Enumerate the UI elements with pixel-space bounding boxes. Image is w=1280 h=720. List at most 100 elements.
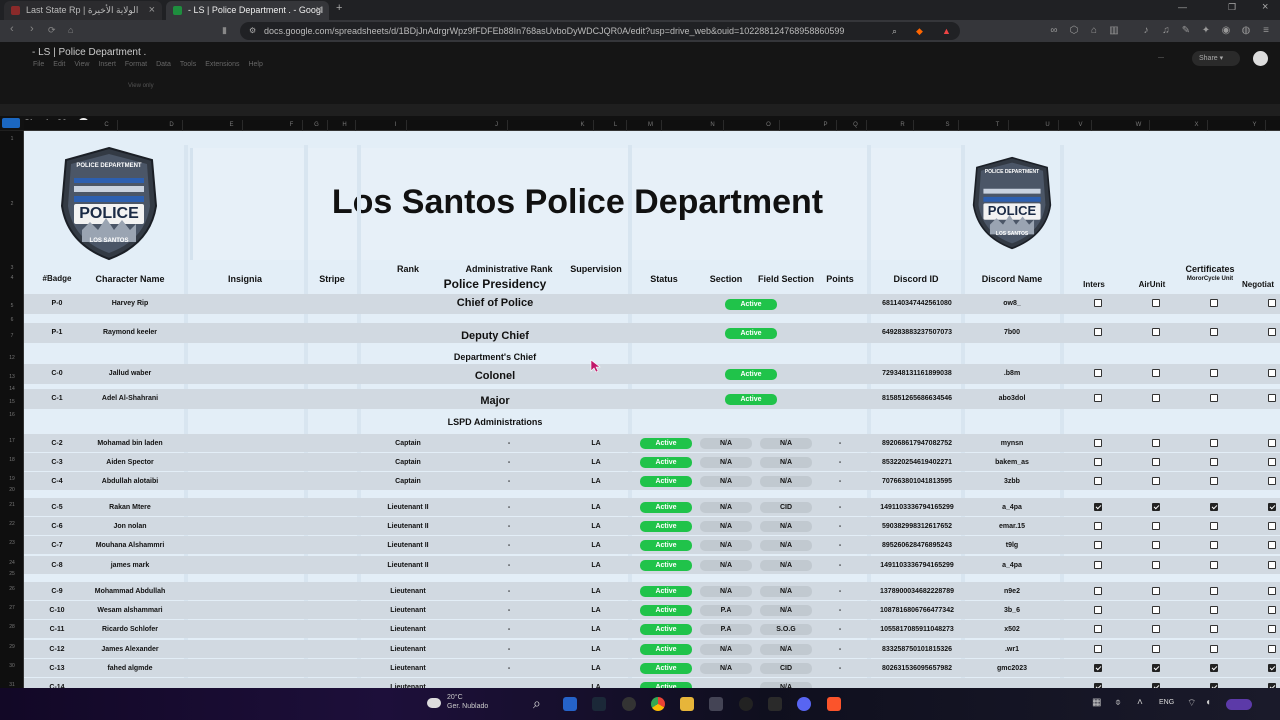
certificate-checkbox[interactable] — [1094, 439, 1102, 447]
home-icon[interactable]: ⌂ — [68, 25, 73, 35]
extension-icon[interactable]: ⌂ — [1088, 24, 1100, 37]
table-row[interactable] — [24, 294, 1280, 314]
microphone-icon[interactable]: ⌽ — [1115, 697, 1121, 708]
more-icon[interactable]: — — [1158, 55, 1164, 61]
app-icon[interactable] — [709, 697, 723, 711]
certificate-checkbox[interactable] — [1268, 561, 1276, 569]
column-header[interactable]: N — [702, 120, 724, 131]
menu-icon[interactable]: ≡ — [1260, 24, 1272, 37]
certificate-checkbox[interactable] — [1268, 587, 1276, 595]
certificate-checkbox[interactable] — [1268, 606, 1276, 614]
certificate-checkbox[interactable] — [1268, 477, 1276, 485]
minimize-icon[interactable]: — — [1178, 2, 1187, 12]
app-icon[interactable] — [563, 697, 577, 711]
row-header[interactable]: 13 — [0, 374, 24, 380]
app-icon[interactable] — [622, 697, 636, 711]
certificate-checkbox[interactable] — [1152, 606, 1160, 614]
certificate-checkbox[interactable] — [1152, 587, 1160, 595]
site-info-icon[interactable]: ⚙ — [249, 22, 256, 40]
wifi-icon[interactable]: ⌔ — [1187, 697, 1196, 710]
certificate-checkbox[interactable] — [1210, 522, 1218, 530]
menu-edit[interactable]: Edit — [53, 61, 65, 68]
certificate-checkbox[interactable] — [1210, 299, 1218, 307]
extension-icon[interactable]: ⬡ — [1068, 24, 1080, 37]
certificate-checkbox[interactable] — [1152, 394, 1160, 402]
column-header[interactable]: D — [161, 120, 183, 131]
row-header[interactable]: 29 — [0, 644, 24, 650]
extension-icon[interactable]: ▥ — [1108, 24, 1120, 37]
row-header[interactable]: 30 — [0, 663, 24, 669]
row-header[interactable]: 19 — [0, 476, 24, 482]
volume-icon[interactable]: ◖ — [1205, 697, 1211, 708]
row-header[interactable]: 2 — [0, 201, 24, 207]
certificate-checkbox[interactable] — [1094, 477, 1102, 485]
certificate-checkbox[interactable] — [1268, 439, 1276, 447]
reload-icon[interactable]: ⟳ — [48, 25, 56, 36]
url-field[interactable]: ⚙ docs.google.com/spreadsheets/d/1BDjJnA… — [240, 22, 960, 40]
row-header[interactable]: 6 — [0, 317, 24, 323]
menu-format[interactable]: Format — [125, 61, 147, 68]
settings-icon[interactable] — [739, 697, 753, 711]
row-header[interactable]: 25 — [0, 571, 24, 577]
forward-icon[interactable]: › — [30, 23, 34, 35]
weather-widget[interactable]: 20°C Ger. Nublado — [447, 693, 488, 711]
menu-data[interactable]: Data — [156, 61, 171, 68]
certificate-checkbox[interactable] — [1094, 503, 1102, 511]
browser-tab-active[interactable]: - LS | Police Department . - Googl × — [166, 1, 329, 20]
row-header[interactable]: 20 — [0, 487, 24, 493]
certificate-checkbox[interactable] — [1210, 541, 1218, 549]
wallet-icon[interactable]: ◍ — [1240, 24, 1252, 37]
column-header[interactable]: V — [1070, 120, 1092, 131]
language-indicator[interactable]: ENG — [1159, 699, 1174, 706]
spreadsheet-grid[interactable]: Los Santos Police Department POLICE DEPA… — [24, 131, 1280, 688]
certificate-checkbox[interactable] — [1268, 541, 1276, 549]
column-header[interactable]: U — [1037, 120, 1059, 131]
certificate-checkbox[interactable] — [1094, 606, 1102, 614]
notification-icon[interactable] — [1226, 699, 1252, 710]
row-header[interactable]: 23 — [0, 540, 24, 546]
search-icon[interactable]: ⌕ — [533, 695, 541, 712]
certificate-checkbox[interactable] — [1268, 299, 1276, 307]
extensions-puzzle-icon[interactable]: ✦ — [1200, 24, 1212, 37]
close-tab-icon[interactable]: × — [316, 1, 322, 20]
browser-tab[interactable]: Last State Rp | الولاية الأخيرة × — [4, 1, 162, 20]
certificate-checkbox[interactable] — [1094, 299, 1102, 307]
certificate-checkbox[interactable] — [1152, 439, 1160, 447]
certificate-checkbox[interactable] — [1268, 394, 1276, 402]
certificate-checkbox[interactable] — [1152, 664, 1160, 672]
menu-help[interactable]: Help — [248, 61, 262, 68]
certificate-checkbox[interactable] — [1094, 369, 1102, 377]
column-header[interactable]: W — [1128, 120, 1150, 131]
row-header[interactable]: 3 — [0, 265, 24, 271]
certificate-checkbox[interactable] — [1210, 328, 1218, 336]
table-row[interactable] — [24, 389, 1280, 409]
menu-insert[interactable]: Insert — [98, 61, 116, 68]
row-header[interactable]: 27 — [0, 605, 24, 611]
row-header[interactable]: 17 — [0, 438, 24, 444]
row-header[interactable]: 22 — [0, 521, 24, 527]
certificate-checkbox[interactable] — [1268, 328, 1276, 336]
certificate-checkbox[interactable] — [1210, 587, 1218, 595]
steam-icon[interactable] — [592, 697, 606, 711]
certificate-checkbox[interactable] — [1094, 625, 1102, 633]
chevron-up-icon[interactable]: ˄ — [1137, 697, 1143, 708]
certificate-checkbox[interactable] — [1268, 625, 1276, 633]
certificate-checkbox[interactable] — [1210, 439, 1218, 447]
certificate-checkbox[interactable] — [1094, 394, 1102, 402]
row-header[interactable]: 16 — [0, 412, 24, 418]
certificate-checkbox[interactable] — [1152, 458, 1160, 466]
menu-view[interactable]: View — [74, 61, 89, 68]
row-header[interactable]: 12 — [0, 355, 24, 361]
row-header[interactable]: 15 — [0, 399, 24, 405]
new-tab-icon[interactable]: + — [336, 2, 342, 14]
app-icon[interactable] — [768, 697, 782, 711]
certificate-checkbox[interactable] — [1210, 503, 1218, 511]
certificate-checkbox[interactable] — [1210, 664, 1218, 672]
certificate-checkbox[interactable] — [1094, 645, 1102, 653]
certificate-checkbox[interactable] — [1210, 394, 1218, 402]
back-icon[interactable]: ‹ — [10, 23, 14, 35]
table-row[interactable] — [24, 323, 1280, 343]
row-header[interactable]: 7 — [0, 333, 24, 339]
certificate-checkbox[interactable] — [1210, 645, 1218, 653]
menu-file[interactable]: File — [33, 61, 44, 68]
